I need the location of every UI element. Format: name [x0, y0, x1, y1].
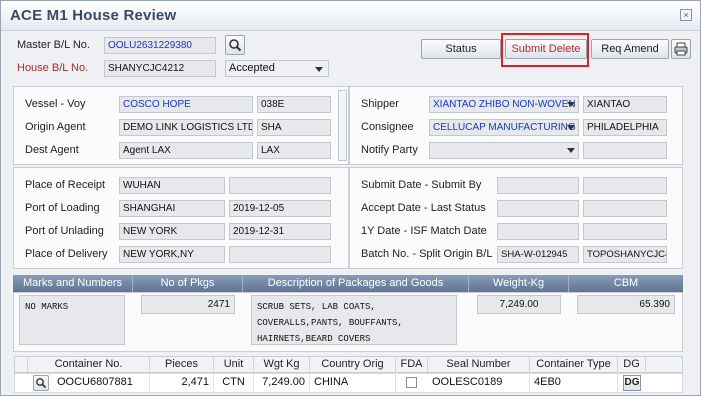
- voyage-field[interactable]: 038E: [257, 96, 331, 113]
- dest-agent-label: Dest Agent: [25, 144, 79, 156]
- master-bl-search-button[interactable]: [225, 35, 245, 55]
- container-type-header: Container Type: [530, 356, 618, 373]
- port-of-loading-label: Port of Loading: [25, 202, 100, 214]
- batch-no-field[interactable]: SHA-W-012945: [497, 246, 579, 263]
- search-icon: [229, 39, 242, 52]
- shipper-label: Shipper: [361, 98, 399, 110]
- last-status-field[interactable]: [583, 200, 667, 217]
- shipper-select[interactable]: XIANTAO ZHIBO NON-WOVEN F: [429, 96, 579, 113]
- grid-spacer: [14, 356, 28, 373]
- port-of-unlading-label: Port of Unlading: [25, 225, 104, 237]
- place-of-receipt-field[interactable]: WUHAN: [119, 177, 225, 194]
- printer-icon: [674, 42, 688, 56]
- consignee-label: Consignee: [361, 121, 414, 133]
- dg-header: DG: [618, 356, 646, 373]
- origin-agent-field[interactable]: DEMO LINK LOGISTICS LTD.: [119, 119, 253, 136]
- consignee-city-field[interactable]: PHILADELPHIA: [583, 119, 667, 136]
- notify-party-city-field[interactable]: [583, 142, 667, 159]
- status-button[interactable]: Status: [421, 39, 501, 59]
- submit-date-label: Submit Date - Submit By: [361, 179, 482, 191]
- container-type-cell[interactable]: 4EB0: [530, 373, 618, 393]
- dg-button[interactable]: DG: [623, 375, 641, 391]
- ace-m1-house-review-window: ACE M1 House Review × Master B/L No. OOL…: [0, 0, 701, 396]
- window-title: ACE M1 House Review: [10, 7, 177, 24]
- weight-field[interactable]: 7,249.00: [477, 295, 561, 314]
- isf-match-date-field[interactable]: [583, 223, 667, 240]
- one-y-date-field[interactable]: [497, 223, 579, 240]
- chevron-down-icon: [567, 102, 575, 107]
- submit-by-field[interactable]: [583, 177, 667, 194]
- notify-party-label: Notify Party: [361, 144, 418, 156]
- print-button[interactable]: [671, 39, 691, 59]
- dest-agent-code-field[interactable]: LAX: [257, 142, 331, 159]
- container-no-cell[interactable]: OOCU6807881: [53, 373, 150, 393]
- wgt-cell[interactable]: 7,249.00: [254, 373, 310, 393]
- port-of-loading-date-field[interactable]: 2019-12-05: [229, 200, 331, 217]
- seal-cell[interactable]: OOLESC0189: [428, 373, 530, 393]
- container-search-button[interactable]: [33, 375, 49, 391]
- isf-match-date-label: 1Y Date - ISF Match Date: [361, 225, 487, 237]
- accept-date-label: Accept Date - Last Status: [361, 202, 486, 214]
- marks-field[interactable]: NO MARKS: [19, 295, 125, 345]
- close-icon[interactable]: ×: [680, 9, 692, 21]
- status-select-value: Accepted: [229, 62, 275, 74]
- place-of-receipt-date-field[interactable]: [229, 177, 331, 194]
- search-icon: [36, 378, 47, 389]
- fda-header: FDA: [396, 356, 428, 373]
- batch-no-label: Batch No. - Split Origin B/L: [361, 248, 493, 260]
- chevron-down-icon: [315, 67, 323, 72]
- split-origin-bl-field[interactable]: TOPOSHANYCJC42: [583, 246, 667, 263]
- port-of-loading-field[interactable]: SHANGHAI: [119, 200, 225, 217]
- title-bar: ACE M1 House Review ×: [1, 1, 700, 31]
- country-header: Country Orig: [310, 356, 396, 373]
- seal-header: Seal Number: [428, 356, 530, 373]
- house-bl-label: House B/L No.: [17, 62, 89, 74]
- parties-scrollbar[interactable]: [338, 90, 347, 161]
- pkgs-header: No of Pkgs: [133, 275, 243, 292]
- pieces-cell[interactable]: 2,471: [150, 373, 214, 393]
- shipper-city-field[interactable]: XIANTAO: [583, 96, 667, 113]
- vessel-field[interactable]: COSCO HOPE: [119, 96, 253, 113]
- submit-date-field[interactable]: [497, 177, 579, 194]
- place-of-delivery-label: Place of Delivery: [25, 248, 108, 260]
- unit-cell[interactable]: CTN: [214, 373, 254, 393]
- country-cell[interactable]: CHINA: [310, 373, 396, 393]
- origin-agent-code-field[interactable]: SHA: [257, 119, 331, 136]
- port-of-unlading-field[interactable]: NEW YORK: [119, 223, 225, 240]
- notify-party-select[interactable]: [429, 142, 579, 159]
- highlight-box: [501, 33, 589, 67]
- place-of-delivery-date-field[interactable]: [229, 246, 331, 263]
- pkgs-field[interactable]: 2471: [141, 295, 235, 314]
- wgt-header: Wgt Kg: [254, 356, 310, 373]
- consignee-select[interactable]: CELLUCAP MANUFACTURING: [429, 119, 579, 136]
- port-of-unlading-date-field[interactable]: 2019-12-31: [229, 223, 331, 240]
- dest-agent-field[interactable]: Agent LAX: [119, 142, 253, 159]
- fda-checkbox[interactable]: [406, 377, 417, 388]
- req-amend-button[interactable]: Req Amend: [591, 39, 669, 59]
- weight-header: Weight-Kg: [469, 275, 569, 292]
- description-field[interactable]: SCRUB SETS, LAB COATS, COVERALLS,PANTS, …: [251, 295, 457, 345]
- place-of-delivery-field[interactable]: NEW YORK,NY: [119, 246, 225, 263]
- cbm-field[interactable]: 65.390: [577, 295, 675, 314]
- accept-date-field[interactable]: [497, 200, 579, 217]
- pieces-header: Pieces: [150, 356, 214, 373]
- chevron-down-icon: [567, 148, 575, 153]
- origin-agent-label: Origin Agent: [25, 121, 86, 133]
- chevron-down-icon: [567, 125, 575, 130]
- container-no-header: Container No.: [28, 356, 150, 373]
- house-bl-field[interactable]: SHANYCJC4212: [104, 60, 216, 77]
- place-of-receipt-label: Place of Receipt: [25, 179, 106, 191]
- unit-header: Unit: [214, 356, 254, 373]
- description-header: Description of Packages and Goods: [243, 275, 469, 292]
- status-select[interactable]: Accepted: [225, 60, 329, 77]
- marks-header: Marks and Numbers: [13, 275, 133, 292]
- master-bl-field[interactable]: OOLU2631229380: [104, 37, 216, 54]
- vessel-voy-label: Vessel - Voy: [25, 98, 86, 110]
- cbm-header: CBM: [613, 277, 639, 289]
- master-bl-label: Master B/L No.: [17, 39, 90, 51]
